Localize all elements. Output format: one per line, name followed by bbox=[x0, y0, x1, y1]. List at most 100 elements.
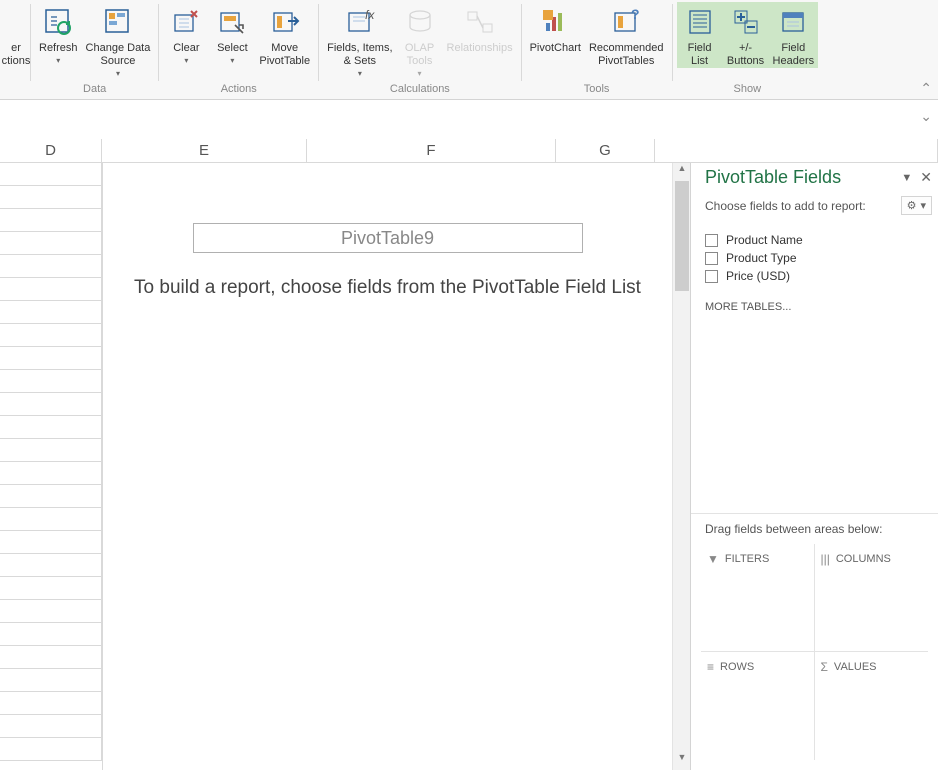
column-d-cells bbox=[0, 163, 102, 770]
move-icon bbox=[267, 4, 303, 40]
scroll-up-icon[interactable]: ▲ bbox=[673, 163, 691, 181]
refresh-button[interactable]: Refresh ▾ bbox=[35, 2, 82, 65]
change-data-label: Change Data Source bbox=[86, 42, 151, 67]
field-list-icon bbox=[682, 4, 718, 40]
field-item-product-type[interactable]: Product Type bbox=[705, 249, 924, 267]
pivottable-placeholder[interactable]: PivotTable9 To build a report, choose fi… bbox=[102, 163, 672, 770]
sheet-area: PivotTable9 To build a report, choose fi… bbox=[0, 163, 690, 770]
ribbon-group-data: Refresh ▾ Change Data Source ▾ Data bbox=[31, 0, 158, 99]
area-columns[interactable]: ||| COLUMNS bbox=[815, 544, 929, 652]
clear-button[interactable]: Clear ▾ bbox=[163, 2, 209, 65]
area-label: FILTERS bbox=[725, 553, 769, 565]
ribbon: erctions Refresh ▾ Change Data Source ▾ bbox=[0, 0, 938, 100]
refresh-label: Refresh bbox=[39, 42, 78, 54]
select-icon bbox=[214, 4, 250, 40]
fields-items-sets-button[interactable]: fx Fields, Items, & Sets ▾ bbox=[323, 2, 396, 78]
ribbon-group-show: Field List +/- Buttons Field Headers Sho… bbox=[673, 0, 823, 99]
pane-layout-settings-button[interactable]: ⚙ ▾ bbox=[901, 196, 932, 215]
vertical-scrollbar[interactable]: ▲ ▼ bbox=[672, 163, 690, 770]
olap-icon bbox=[402, 4, 438, 40]
columns-icon: ||| bbox=[821, 552, 830, 566]
plus-minus-buttons-button[interactable]: +/- Buttons bbox=[723, 2, 769, 68]
checkbox-icon[interactable] bbox=[705, 234, 718, 247]
column-header-g[interactable]: G bbox=[556, 139, 655, 162]
drag-hint-text: Drag fields between areas below: bbox=[691, 513, 938, 544]
column-header-blank bbox=[655, 139, 938, 162]
dropdown-arrow-icon: ▾ bbox=[116, 69, 120, 78]
fields-label: Fields, Items, & Sets bbox=[327, 42, 392, 67]
relationships-button: Relationships bbox=[443, 2, 517, 55]
scroll-down-icon[interactable]: ▼ bbox=[673, 752, 691, 770]
pivottable-name: PivotTable9 bbox=[341, 228, 434, 249]
column-header-f[interactable]: F bbox=[307, 139, 556, 162]
field-item-price-usd[interactable]: Price (USD) bbox=[705, 267, 924, 285]
field-label: Price (USD) bbox=[726, 269, 790, 283]
ribbon-group-partial: erctions bbox=[0, 0, 30, 99]
field-item-product-name[interactable]: Product Name bbox=[705, 231, 924, 249]
column-header-e[interactable]: E bbox=[102, 139, 307, 162]
area-label: COLUMNS bbox=[836, 553, 891, 565]
select-button[interactable]: Select ▾ bbox=[209, 2, 255, 65]
ribbon-group-actions: Clear ▾ Select ▾ Move PivotTable Actions bbox=[159, 0, 318, 99]
olap-tools-button: OLAP Tools ▾ bbox=[397, 2, 443, 78]
clear-label: Clear bbox=[173, 42, 199, 54]
drop-areas: ▼FILTERS ||| COLUMNS ≡ROWS Σ VALUES bbox=[691, 544, 938, 770]
checkbox-icon[interactable] bbox=[705, 252, 718, 265]
area-label: ROWS bbox=[720, 661, 754, 673]
column-header-d[interactable]: D bbox=[0, 139, 102, 162]
pivotchart-icon bbox=[537, 4, 573, 40]
group-label-calculations: Calculations bbox=[323, 83, 516, 99]
pivotchart-label: PivotChart bbox=[530, 42, 581, 54]
pane-subtitle: Choose fields to add to report: bbox=[705, 199, 866, 213]
more-tables-link[interactable]: MORE TABLES... bbox=[691, 289, 938, 325]
group-label-tools: Tools bbox=[526, 83, 668, 99]
gear-icon: ⚙ bbox=[907, 199, 917, 212]
ribbon-partial-l2: ctions bbox=[2, 55, 31, 67]
field-headers-button[interactable]: Field Headers bbox=[769, 2, 819, 68]
plus-minus-icon bbox=[728, 4, 764, 40]
field-list-button[interactable]: Field List bbox=[677, 2, 723, 68]
pivottable-hint-text: To build a report, choose fields from th… bbox=[113, 273, 662, 303]
ribbon-group-tools: PivotChart ? Recommended PivotTables Too… bbox=[522, 0, 672, 99]
select-label: Select bbox=[217, 42, 248, 54]
recommended-icon: ? bbox=[608, 4, 644, 40]
clear-icon bbox=[168, 4, 204, 40]
ribbon-partial-button[interactable]: erctions bbox=[4, 2, 28, 68]
area-rows[interactable]: ≡ROWS bbox=[701, 652, 815, 760]
area-label: VALUES bbox=[834, 661, 877, 673]
fields-icon: fx bbox=[342, 4, 378, 40]
checkbox-icon[interactable] bbox=[705, 270, 718, 283]
scroll-thumb[interactable] bbox=[675, 181, 689, 291]
dropdown-arrow-icon: ▾ bbox=[56, 56, 60, 65]
refresh-icon bbox=[40, 4, 76, 40]
field-headers-label: Field Headers bbox=[773, 42, 815, 67]
group-label-show: Show bbox=[677, 83, 819, 99]
dropdown-arrow-icon: ▾ bbox=[920, 199, 926, 212]
area-values[interactable]: Σ VALUES bbox=[815, 652, 929, 760]
plus-minus-label: +/- Buttons bbox=[727, 42, 764, 67]
pane-close-icon[interactable]: ✕ bbox=[920, 169, 932, 186]
values-icon: Σ bbox=[821, 660, 828, 674]
field-label: Product Name bbox=[726, 233, 803, 247]
recommended-pivottables-button[interactable]: ? Recommended PivotTables bbox=[585, 2, 668, 68]
dropdown-arrow-icon: ▾ bbox=[358, 69, 362, 78]
field-label: Product Type bbox=[726, 251, 797, 265]
area-filters[interactable]: ▼FILTERS bbox=[701, 544, 815, 652]
relationships-label: Relationships bbox=[447, 42, 513, 54]
workspace: PivotTable9 To build a report, choose fi… bbox=[0, 163, 938, 770]
ribbon-collapse-icon[interactable]: ⌃ bbox=[920, 80, 932, 97]
field-list: Product Name Product Type Price (USD) bbox=[691, 227, 938, 289]
move-pivottable-button[interactable]: Move PivotTable bbox=[255, 2, 314, 68]
change-data-source-button[interactable]: Change Data Source ▾ bbox=[82, 2, 155, 78]
ribbon-group-calculations: fx Fields, Items, & Sets ▾ OLAP Tools ▾ … bbox=[319, 0, 520, 99]
ribbon-partial-l1: er bbox=[11, 42, 21, 54]
svg-text:?: ? bbox=[631, 7, 640, 22]
group-label-data: Data bbox=[35, 83, 154, 99]
pivottable-name-box: PivotTable9 bbox=[193, 223, 583, 253]
pivotchart-button[interactable]: PivotChart bbox=[526, 2, 585, 55]
formula-bar-expand-icon[interactable]: ⌄ bbox=[920, 108, 932, 125]
move-label: Move PivotTable bbox=[259, 42, 310, 67]
pane-dropdown-icon[interactable]: ▼ bbox=[901, 172, 912, 184]
group-label-actions: Actions bbox=[163, 83, 314, 99]
dropdown-arrow-icon: ▾ bbox=[230, 56, 234, 65]
